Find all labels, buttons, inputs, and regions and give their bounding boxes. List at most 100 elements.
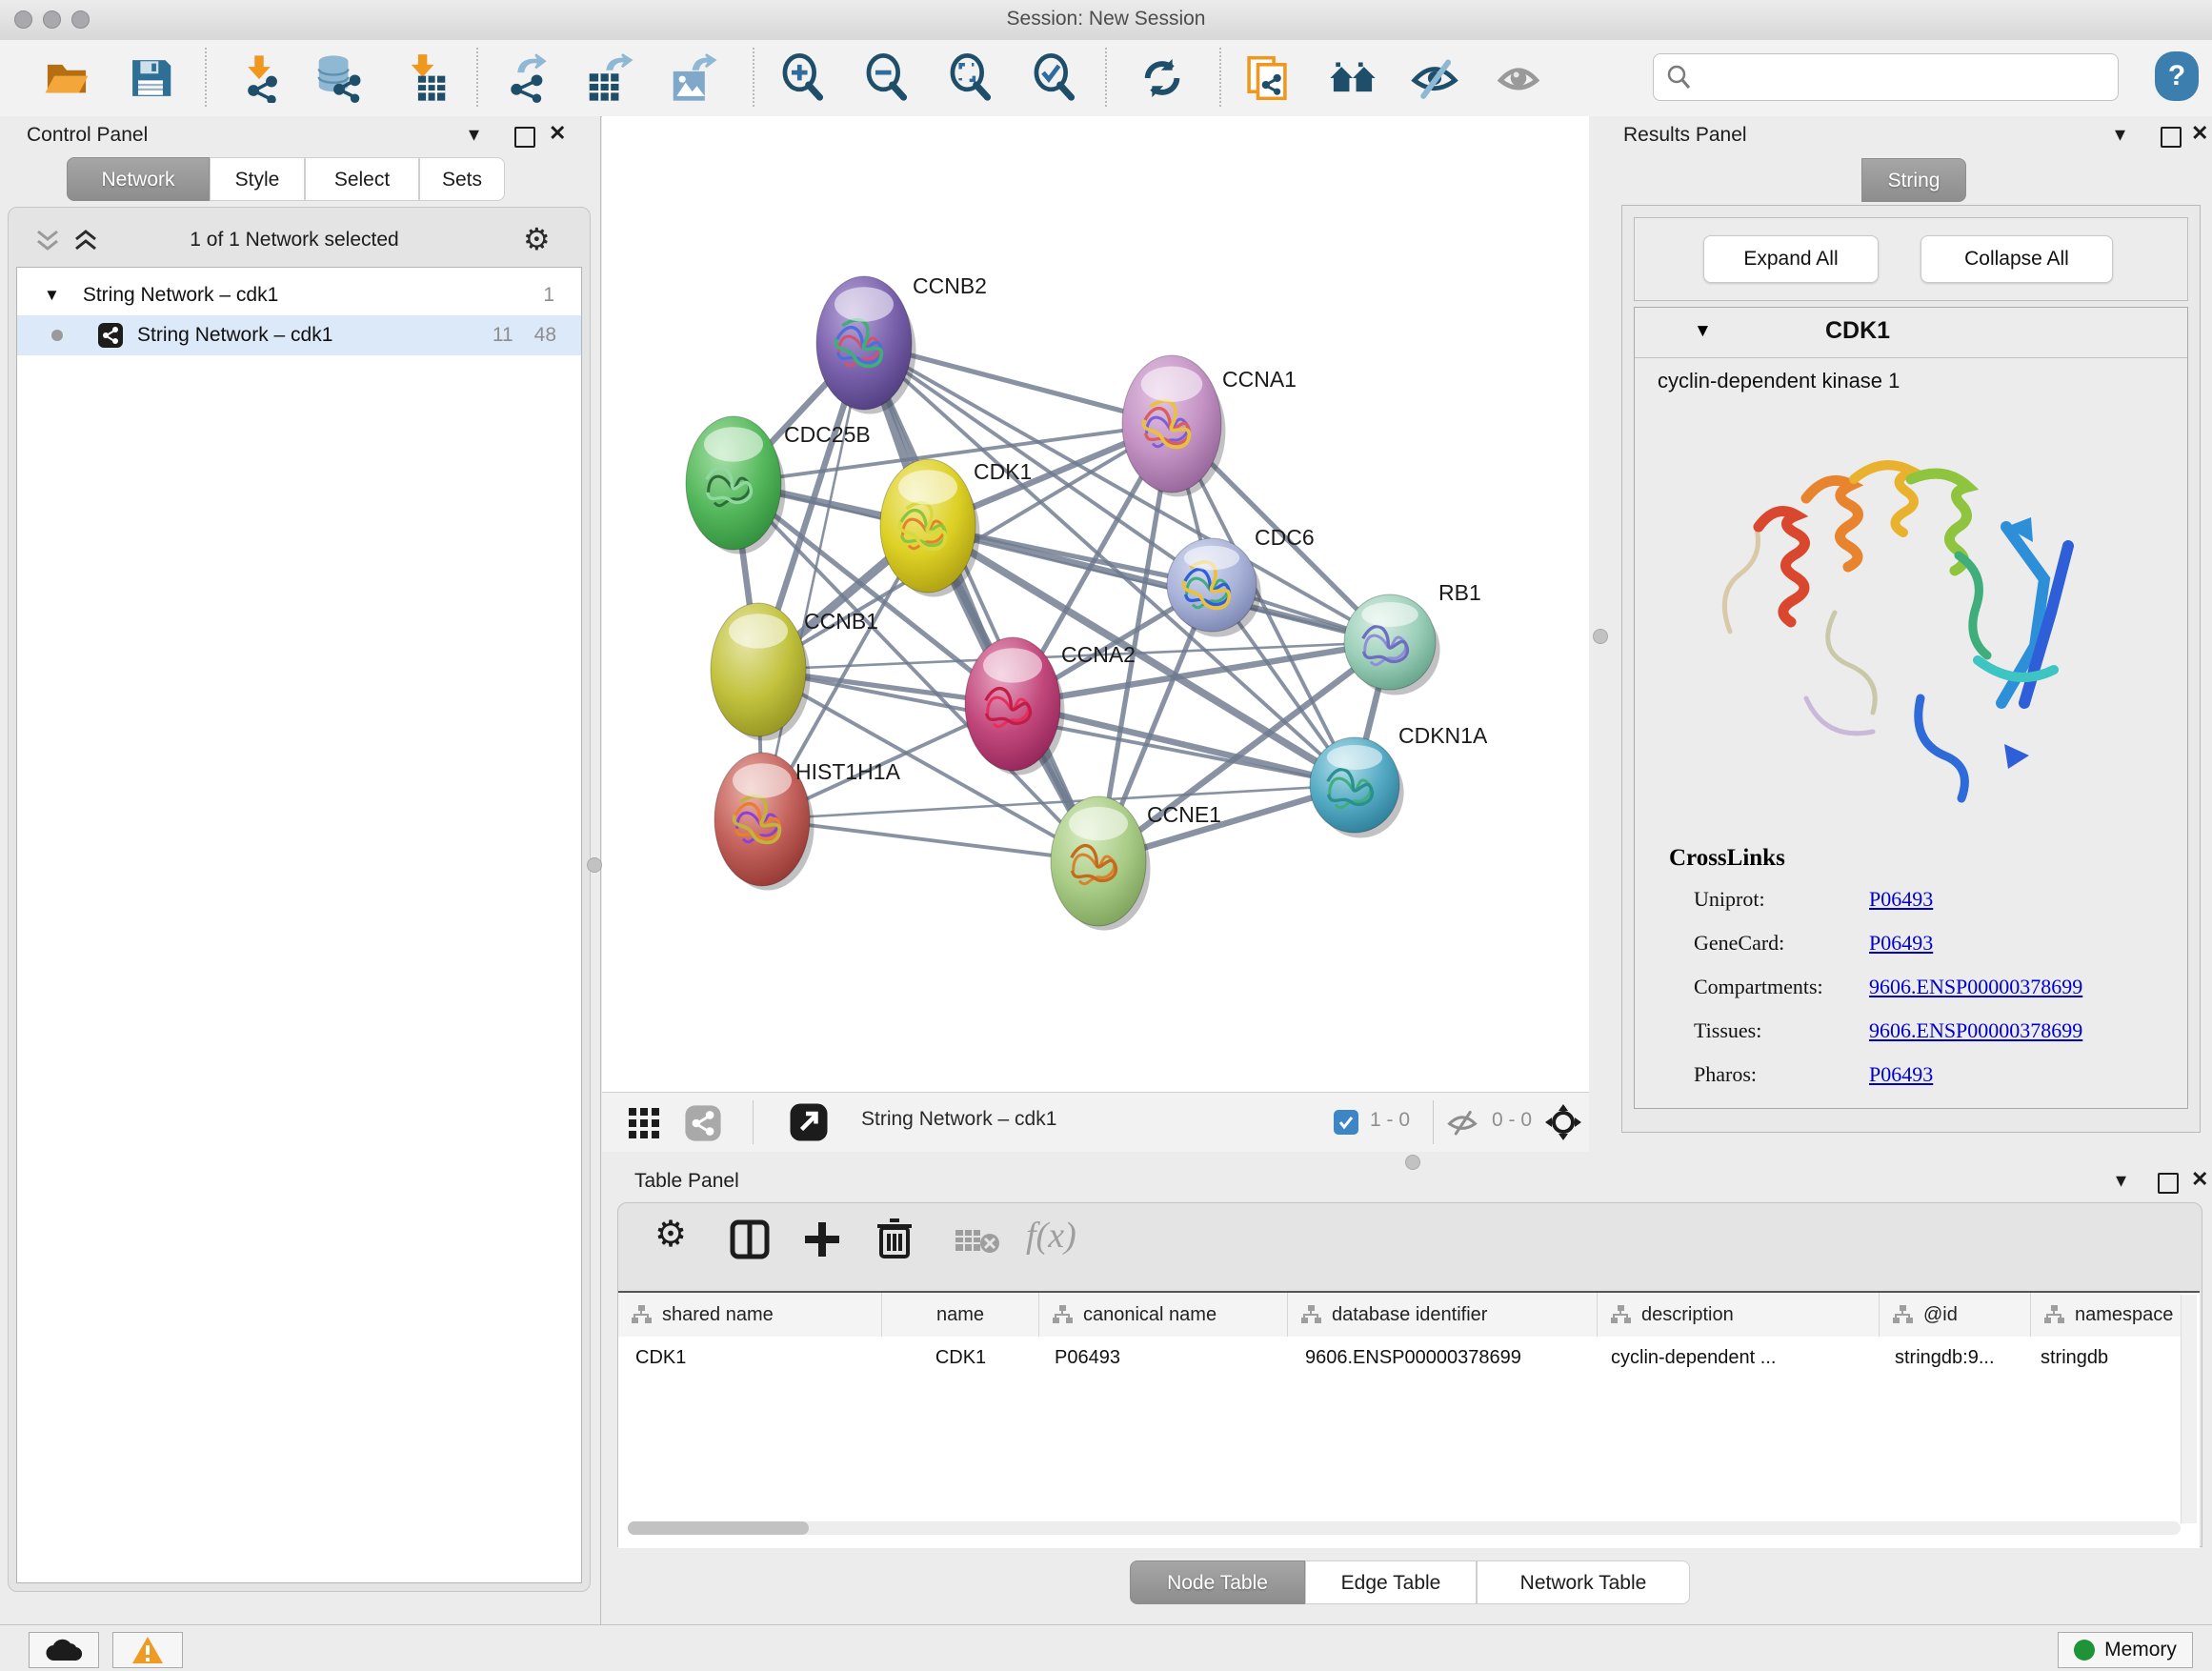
column-header[interactable]: description xyxy=(1598,1293,1880,1337)
crosslink-link[interactable]: P06493 xyxy=(1869,1062,1933,1087)
center-view-icon[interactable] xyxy=(1543,1102,1583,1142)
close-panel-icon[interactable]: ✕ xyxy=(2191,123,2208,144)
import-network-icon[interactable] xyxy=(234,53,284,103)
crosslink-link[interactable]: P06493 xyxy=(1869,931,1933,956)
close-panel-icon[interactable]: ✕ xyxy=(2191,1169,2208,1190)
network-options-gear-icon[interactable]: ⚙ xyxy=(523,221,551,257)
float-panel-icon[interactable] xyxy=(514,127,535,148)
zoom-out-icon[interactable] xyxy=(863,53,913,103)
cell-canonical-name[interactable]: P06493 xyxy=(1039,1337,1288,1379)
grid-view-icon[interactable] xyxy=(627,1106,661,1140)
tab-network-table[interactable]: Network Table xyxy=(1477,1560,1690,1604)
tab-style[interactable]: Style xyxy=(210,157,305,201)
horizontal-splitter-handle[interactable] xyxy=(1405,1155,1420,1170)
network-node-ccnb1[interactable]: CCNB1 xyxy=(711,603,878,741)
splitter-handle[interactable] xyxy=(1593,629,1608,644)
show-all-eye-icon[interactable] xyxy=(1494,53,1543,103)
network-edge[interactable] xyxy=(762,343,864,819)
show-columns-icon[interactable] xyxy=(729,1218,771,1260)
cell-namespace[interactable]: stringdb xyxy=(2031,1337,2181,1379)
memory-button[interactable]: Memory xyxy=(2058,1632,2193,1668)
close-panel-icon[interactable]: ✕ xyxy=(549,123,566,144)
zoom-in-icon[interactable] xyxy=(779,53,829,103)
cell-database-identifier[interactable]: 9606.ENSP00000378699 xyxy=(1288,1337,1598,1379)
save-session-icon[interactable] xyxy=(126,53,175,103)
cell-id[interactable]: stringdb:9... xyxy=(1880,1337,2031,1379)
export-image-icon[interactable] xyxy=(669,53,718,103)
network-view-share-icon[interactable] xyxy=(684,1104,722,1142)
network-node-ccnb2[interactable]: CCNB2 xyxy=(816,273,987,414)
panel-menu-icon[interactable]: ▾ xyxy=(2115,124,2125,145)
column-header[interactable]: namespace xyxy=(2031,1293,2181,1337)
network-node-hist1h1a[interactable]: HIST1H1A xyxy=(714,753,901,891)
tab-string[interactable]: String xyxy=(1861,158,1966,202)
search-input[interactable] xyxy=(1701,66,2118,90)
column-header[interactable]: shared name xyxy=(618,1293,882,1337)
warnings-button[interactable] xyxy=(112,1632,183,1668)
tab-network[interactable]: Network xyxy=(67,157,210,201)
import-network-from-database-icon[interactable] xyxy=(314,53,364,103)
network-node-rb1[interactable]: RB1 xyxy=(1344,580,1481,695)
horizontal-scrollbar[interactable] xyxy=(628,1521,2181,1535)
clear-table-icon[interactable] xyxy=(954,1226,1001,1257)
column-header[interactable]: database identifier xyxy=(1288,1293,1598,1337)
expand-all-button[interactable]: Expand All xyxy=(1703,235,1879,283)
gene-entry-header[interactable]: ▼ CDK1 xyxy=(1635,308,2187,358)
selected-checkbox[interactable] xyxy=(1334,1110,1358,1135)
network-row-selected[interactable]: String Network – cdk1 11 48 xyxy=(17,315,581,355)
collapse-all-button[interactable]: Collapse All xyxy=(1920,235,2113,283)
column-header[interactable]: canonical name xyxy=(1039,1293,1288,1337)
scrollbar-thumb[interactable] xyxy=(628,1521,809,1535)
float-panel-icon[interactable] xyxy=(2158,1173,2179,1194)
panel-splitter-handle[interactable] xyxy=(587,857,602,873)
cell-shared-name[interactable]: CDK1 xyxy=(618,1337,882,1379)
tab-edge-table[interactable]: Edge Table xyxy=(1305,1560,1477,1604)
crosslink-link[interactable]: P06493 xyxy=(1869,887,1933,912)
zoom-fit-icon[interactable] xyxy=(947,53,996,103)
import-table-icon[interactable] xyxy=(400,53,450,103)
hidden-eye-icon[interactable] xyxy=(1446,1108,1478,1137)
panel-menu-icon[interactable]: ▾ xyxy=(2116,1170,2126,1191)
tab-node-table[interactable]: Node Table xyxy=(1130,1560,1305,1604)
tab-sets[interactable]: Sets xyxy=(419,157,505,201)
collapse-entry-icon[interactable]: ▼ xyxy=(1694,321,1712,342)
cloud-button[interactable] xyxy=(29,1632,99,1668)
open-session-icon[interactable] xyxy=(42,53,91,103)
table-options-gear-icon[interactable]: ⚙ xyxy=(654,1213,687,1256)
network-node-ccna1[interactable]: CCNA1 xyxy=(1122,355,1297,496)
crosslink-link[interactable]: 9606.ENSP00000378699 xyxy=(1869,975,2082,999)
vertical-scrollbar[interactable] xyxy=(2181,1295,2197,1523)
float-panel-icon[interactable] xyxy=(2161,127,2182,148)
export-table-icon[interactable] xyxy=(585,53,634,103)
crosslink-link[interactable]: 9606.ENSP00000378699 xyxy=(1869,1018,2082,1043)
zoom-selected-icon[interactable] xyxy=(1031,53,1080,103)
network-edge[interactable] xyxy=(928,526,1390,642)
function-builder-button[interactable]: f(x) xyxy=(1026,1215,1076,1257)
refresh-icon[interactable] xyxy=(1137,53,1187,103)
network-node-ccne1[interactable]: CCNE1 xyxy=(1051,796,1221,931)
expander-icon[interactable]: ▼ xyxy=(44,286,60,305)
collapse-all-icon[interactable] xyxy=(33,229,62,253)
network-collection-row[interactable]: ▼ String Network – cdk1 1 xyxy=(17,275,581,315)
help-icon[interactable]: ? xyxy=(2155,51,2199,101)
home-icon[interactable] xyxy=(1328,53,1377,103)
delete-column-icon[interactable] xyxy=(874,1217,915,1260)
network-view-canvas[interactable]: CCNB2CCNA1CDC25BCDK1CDC6RB1CCNB1CCNA2CDK… xyxy=(602,116,1589,1092)
string-network-graph[interactable]: CCNB2CCNA1CDC25BCDK1CDC6RB1CCNB1CCNA2CDK… xyxy=(602,116,1589,1092)
export-network-icon[interactable] xyxy=(503,53,553,103)
cell-description[interactable]: cyclin-dependent ... xyxy=(1598,1337,1880,1379)
open-in-window-icon[interactable] xyxy=(789,1102,829,1142)
cell-name[interactable]: CDK1 xyxy=(882,1337,1039,1379)
panel-menu-icon[interactable]: ▾ xyxy=(469,124,479,145)
tab-select[interactable]: Select xyxy=(305,157,419,201)
search-field[interactable] xyxy=(1653,53,2119,101)
expand-all-icon[interactable] xyxy=(71,229,100,253)
column-header[interactable]: @id xyxy=(1880,1293,2031,1337)
vertical-splitter[interactable] xyxy=(1589,116,1612,1153)
hide-selected-eye-icon[interactable] xyxy=(1410,53,1459,103)
table-row[interactable]: CDK1 CDK1 P06493 9606.ENSP00000378699 cy… xyxy=(618,1337,2200,1379)
string-documents-icon[interactable] xyxy=(1242,53,1292,103)
network-node-cdkn1a[interactable]: CDKN1A xyxy=(1310,723,1488,838)
column-header[interactable]: name xyxy=(882,1293,1039,1337)
add-column-icon[interactable] xyxy=(801,1218,843,1260)
